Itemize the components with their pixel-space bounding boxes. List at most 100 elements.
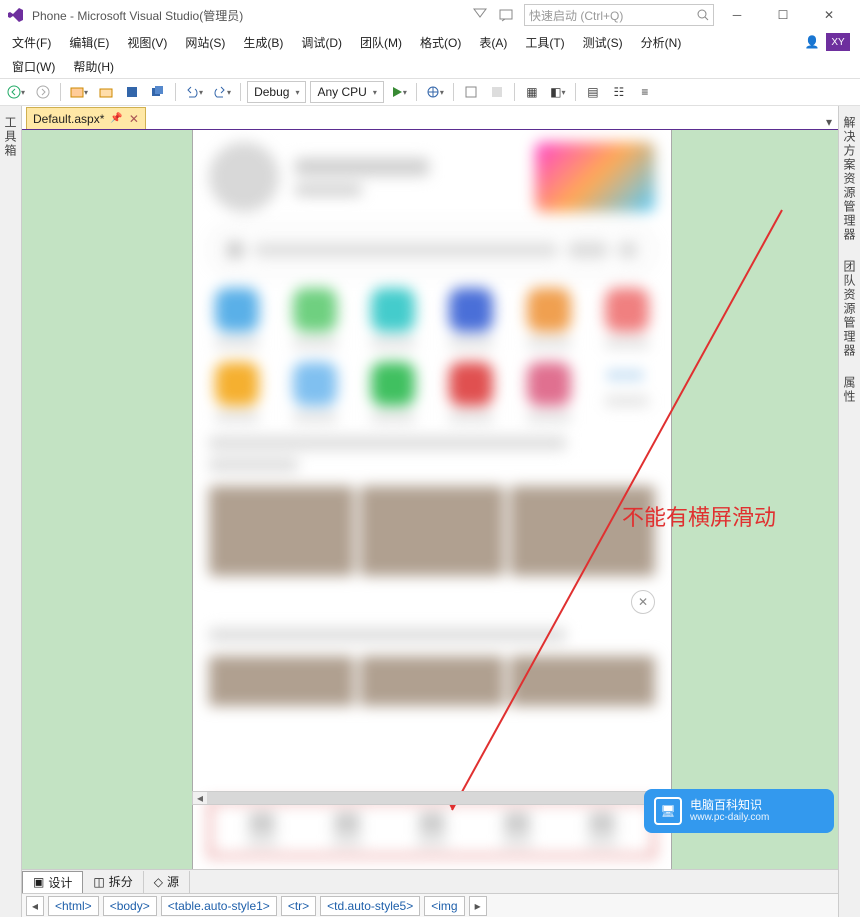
tool-e-button[interactable]: ▤	[582, 81, 604, 103]
menu-view[interactable]: 视图(V)	[119, 32, 175, 53]
nav-item-2[interactable]	[332, 812, 362, 846]
team-explorer-tab[interactable]: 团队资源管理器	[841, 256, 858, 362]
watermark: 🖥 电脑百科知识 www.pc-daily.com	[644, 789, 834, 833]
nav-item-1[interactable]	[247, 812, 277, 846]
menu-debug[interactable]: 调试(D)	[293, 32, 350, 53]
solution-explorer-tab[interactable]: 解决方案资源管理器	[841, 112, 858, 246]
tab-close-icon[interactable]: ✕	[129, 112, 139, 126]
quick-launch-placeholder: 快速启动 (Ctrl+Q)	[529, 7, 697, 24]
window-title: Phone - Microsoft Visual Studio(管理员)	[32, 7, 243, 24]
feedback-icon[interactable]	[498, 7, 514, 23]
nav-back-button[interactable]: ▾	[4, 81, 28, 103]
maximize-button[interactable]: ☐	[760, 0, 806, 30]
vs-logo-icon	[8, 7, 24, 23]
tab-source[interactable]: ◇ 源	[144, 871, 190, 893]
platform-dropdown[interactable]: Any CPU▾	[310, 81, 383, 103]
new-project-button[interactable]: ▾	[67, 81, 91, 103]
right-sidebar: 解决方案资源管理器 团队资源管理器 属性	[838, 106, 860, 917]
toolbox-tab[interactable]: 工具箱	[0, 106, 22, 917]
document-tabstrip: Default.aspx* 📌 ✕ ▾	[22, 106, 838, 130]
breadcrumb-img[interactable]: <img	[424, 896, 464, 916]
tab-default-aspx[interactable]: Default.aspx* 📌 ✕	[26, 107, 146, 129]
quick-launch-input[interactable]: 快速启动 (Ctrl+Q)	[524, 4, 714, 26]
phone-preview: ••• ✕	[192, 130, 672, 869]
close-button[interactable]: ✕	[806, 0, 852, 30]
tool-d-button[interactable]: ◧▾	[547, 81, 569, 103]
feed-title	[209, 436, 655, 472]
preview-header	[209, 142, 655, 212]
breadcrumb-next[interactable]: ▸	[469, 896, 487, 916]
breadcrumb-table[interactable]: <table.auto-style1>	[161, 896, 277, 916]
menu-edit[interactable]: 编辑(E)	[61, 32, 117, 53]
preview-horizontal-scrollbar[interactable]: ◂ ▸	[192, 791, 672, 805]
browser-link-button[interactable]: ▾	[423, 81, 447, 103]
tab-design[interactable]: ▣ 设计	[22, 871, 83, 893]
menubar: 文件(F) 编辑(E) 视图(V) 网站(S) 生成(B) 调试(D) 团队(M…	[0, 30, 860, 54]
start-button[interactable]: ▾	[388, 81, 410, 103]
feed-photos-1	[209, 486, 655, 576]
sign-in-icon[interactable]: 👤	[804, 34, 820, 50]
menu-site[interactable]: 网站(S)	[177, 32, 233, 53]
watermark-title: 电脑百科知识	[690, 799, 769, 812]
scroll-left-icon[interactable]: ◂	[193, 792, 207, 804]
undo-button[interactable]: ▾	[182, 81, 206, 103]
menu-tools[interactable]: 工具(T)	[517, 32, 572, 53]
tool-b-button[interactable]	[486, 81, 508, 103]
design-surface[interactable]: ••• ✕	[22, 130, 838, 869]
feed-close-icon[interactable]: ✕	[631, 590, 655, 614]
pin-icon[interactable]: 📌	[110, 113, 122, 124]
icon-grid: •••	[209, 288, 655, 422]
promo-image	[535, 142, 655, 212]
icon-row-1	[209, 288, 655, 348]
breadcrumb-body[interactable]: <body>	[103, 896, 157, 916]
tool-c-button[interactable]: ▦	[521, 81, 543, 103]
tag-breadcrumb: ◂ <html> <body> <table.auto-style1> <tr>…	[22, 893, 838, 917]
tabstrip-dropdown[interactable]: ▾	[820, 115, 838, 129]
config-dropdown[interactable]: Debug▾	[247, 81, 306, 103]
nav-item-3[interactable]	[417, 812, 447, 846]
save-all-button[interactable]	[147, 81, 169, 103]
nav-fwd-button[interactable]	[32, 81, 54, 103]
nav-item-4[interactable]	[502, 812, 532, 846]
tool-a-button[interactable]	[460, 81, 482, 103]
menu-format[interactable]: 格式(O)	[412, 32, 469, 53]
save-button[interactable]	[121, 81, 143, 103]
breadcrumb-html[interactable]: <html>	[48, 896, 99, 916]
tab-label: Default.aspx*	[33, 112, 104, 126]
avatar	[209, 142, 279, 212]
redo-button[interactable]: ▾	[210, 81, 234, 103]
menu-table[interactable]: 表(A)	[471, 32, 515, 53]
breadcrumb-tr[interactable]: <tr>	[281, 896, 316, 916]
search-icon	[226, 241, 244, 259]
user-badge[interactable]: XY	[826, 33, 850, 51]
breadcrumb-td[interactable]: <td.auto-style5>	[320, 896, 420, 916]
feed-photos-2	[209, 656, 655, 706]
tool-g-button[interactable]: ≡	[634, 81, 656, 103]
more-icon[interactable]: •••	[605, 362, 649, 390]
breadcrumb-prev[interactable]: ◂	[26, 896, 44, 916]
menu-test[interactable]: 测试(S)	[575, 32, 631, 53]
menu-file[interactable]: 文件(F)	[4, 32, 59, 53]
tab-split[interactable]: ◫ 拆分	[83, 871, 143, 893]
bottom-nav	[209, 801, 655, 857]
menu-window[interactable]: 窗口(W)	[4, 56, 63, 77]
feed-title-2	[209, 628, 655, 642]
minimize-button[interactable]: ─	[714, 0, 760, 30]
menubar-row2: 窗口(W) 帮助(H)	[0, 54, 860, 78]
open-button[interactable]	[95, 81, 117, 103]
icon-row-2: •••	[209, 362, 655, 422]
menu-team[interactable]: 团队(M)	[352, 32, 410, 53]
properties-tab[interactable]: 属性	[841, 372, 858, 408]
menu-build[interactable]: 生成(B)	[235, 32, 291, 53]
view-mode-tabs: ▣ 设计 ◫ 拆分 ◇ 源	[22, 869, 838, 893]
search-bar[interactable]	[209, 226, 655, 274]
menu-help[interactable]: 帮助(H)	[65, 56, 122, 77]
search-icon	[697, 9, 709, 21]
notifications-icon[interactable]	[472, 7, 488, 23]
watermark-url: www.pc-daily.com	[690, 812, 769, 823]
toolbar: ▾ ▾ ▾ ▾ Debug▾ Any CPU▾ ▾ ▾ ▦ ◧▾ ▤ ☷ ≡	[0, 78, 860, 106]
menu-analyze[interactable]: 分析(N)	[633, 32, 690, 53]
nav-item-5[interactable]	[587, 812, 617, 846]
tool-f-button[interactable]: ☷	[608, 81, 630, 103]
monitor-icon: 🖥	[654, 797, 682, 825]
